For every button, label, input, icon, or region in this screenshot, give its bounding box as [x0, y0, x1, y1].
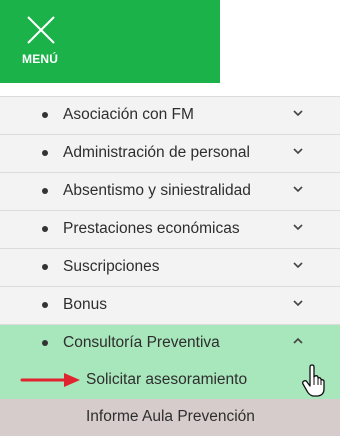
menu-item-label: Asociación con FM	[63, 106, 194, 123]
menu-item-suscripciones[interactable]: Suscripciones	[0, 249, 340, 287]
menu-label: MENÚ	[22, 52, 59, 66]
submenu-item-label: Informe Aula Prevención	[86, 408, 255, 425]
menu-item-absentismo[interactable]: Absentismo y siniestralidad	[0, 173, 340, 211]
bullet-icon	[42, 302, 48, 308]
menu-item-label: Bonus	[63, 296, 107, 313]
side-menu: Asociación con FM Administración de pers…	[0, 96, 340, 436]
bullet-icon	[42, 112, 48, 118]
arrow-right-icon	[20, 373, 80, 387]
chevron-down-icon[interactable]	[292, 146, 304, 156]
menu-item-label: Absentismo y siniestralidad	[63, 182, 251, 199]
submenu-item-informe-aula-prevencion[interactable]: Informe Aula Prevención	[0, 399, 340, 436]
bullet-icon	[42, 264, 48, 270]
menu-item-asociacion[interactable]: Asociación con FM	[0, 96, 340, 135]
menu-item-label: Consultoría Preventiva	[63, 334, 220, 351]
submenu-item-solicitar-asesoramiento[interactable]: Solicitar asesoramiento	[0, 362, 340, 399]
chevron-down-icon[interactable]	[292, 260, 304, 270]
menu-item-prestaciones[interactable]: Prestaciones económicas	[0, 211, 340, 249]
chevron-down-icon[interactable]	[292, 184, 304, 194]
bullet-icon	[42, 188, 48, 194]
submenu-item-label: Solicitar asesoramiento	[86, 371, 248, 388]
menu-item-label: Suscripciones	[63, 258, 160, 275]
bullet-icon	[42, 226, 48, 232]
close-icon	[27, 16, 55, 44]
chevron-down-icon[interactable]	[292, 222, 304, 232]
bullet-icon	[42, 340, 48, 346]
menu-item-label: Prestaciones económicas	[63, 220, 240, 237]
chevron-down-icon[interactable]	[292, 108, 304, 118]
menu-item-label: Administración de personal	[63, 144, 250, 161]
chevron-up-icon[interactable]	[292, 336, 304, 346]
menu-item-consultoria[interactable]: Consultoría Preventiva	[0, 325, 340, 362]
chevron-down-icon[interactable]	[292, 298, 304, 308]
menu-item-bonus[interactable]: Bonus	[0, 287, 340, 325]
hand-cursor-icon	[302, 364, 325, 397]
bullet-icon	[42, 150, 48, 156]
menu-toggle-button[interactable]: MENÚ	[0, 0, 220, 83]
menu-item-administracion[interactable]: Administración de personal	[0, 135, 340, 173]
